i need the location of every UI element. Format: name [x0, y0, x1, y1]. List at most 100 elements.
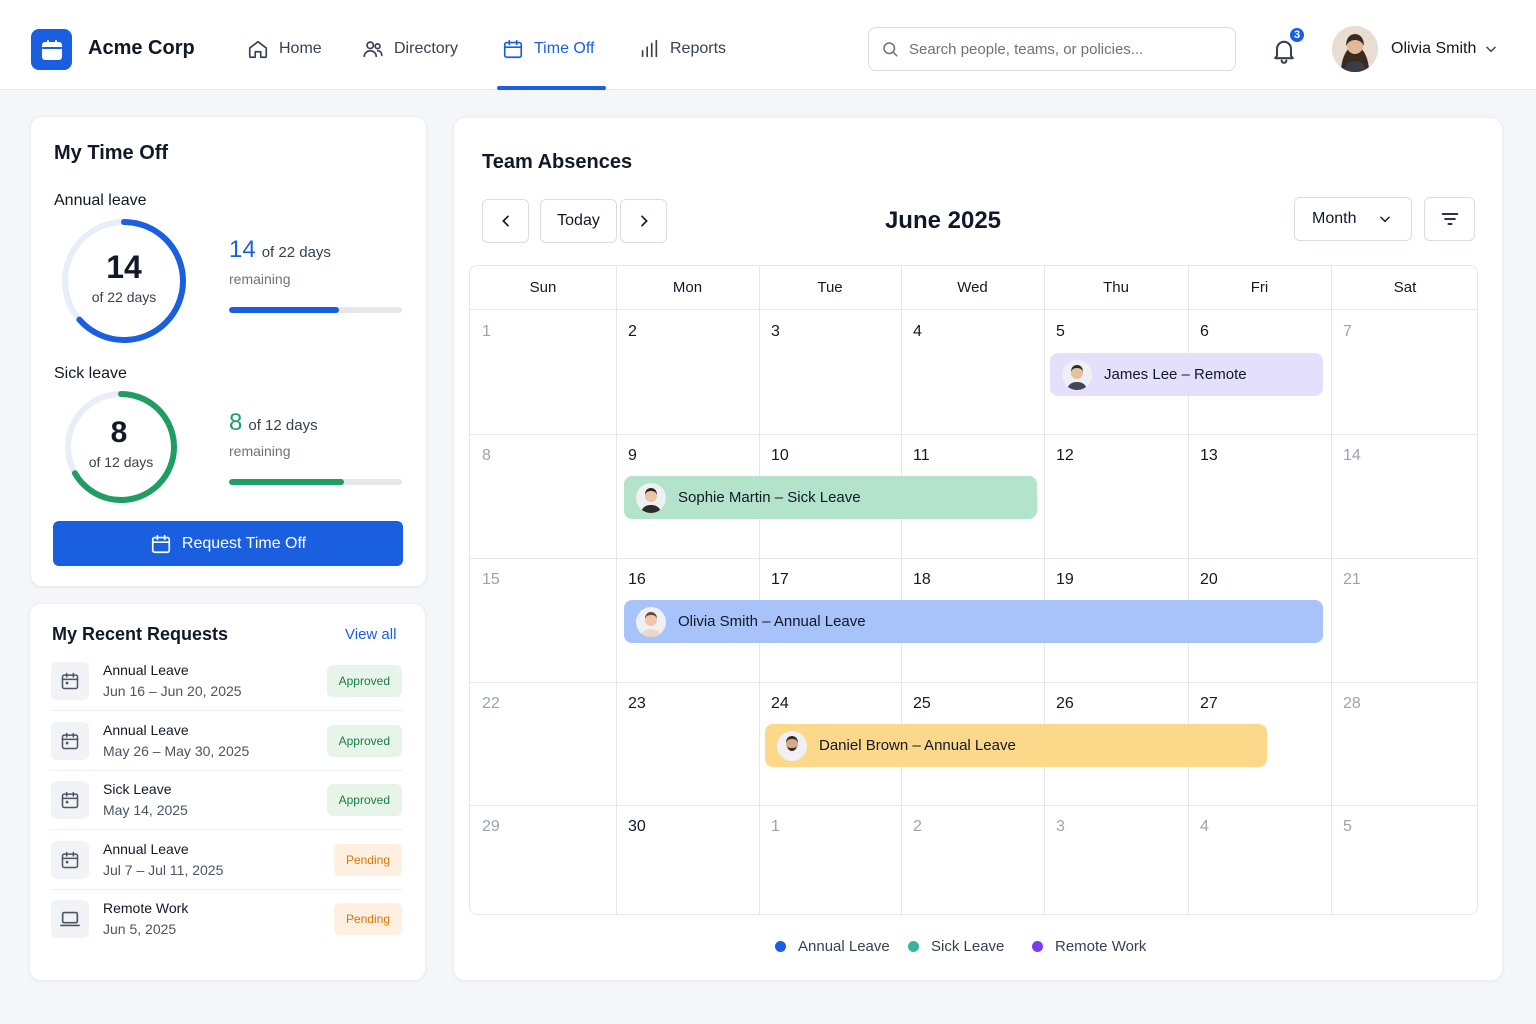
calendar-day[interactable]: 20 — [1200, 571, 1218, 589]
previous-month-button[interactable] — [482, 199, 529, 243]
calendar-day[interactable]: 3 — [1056, 818, 1065, 836]
calendar-day[interactable]: 25 — [913, 695, 931, 713]
calendar-day[interactable]: 7 — [1343, 323, 1352, 341]
calendar-day[interactable]: 5 — [1056, 323, 1065, 341]
request-row[interactable]: Annual Leave Jun 16 – Jun 20, 2025 Approve… — [51, 652, 402, 711]
calendar-day[interactable]: 6 — [1200, 323, 1209, 341]
status-badge: Approved — [326, 665, 402, 697]
calendar-day[interactable]: 19 — [1056, 571, 1074, 589]
absence-event[interactable]: James Lee – Remote — [1050, 353, 1323, 396]
calendar-day[interactable]: 10 — [771, 447, 789, 465]
calendar-day[interactable]: 26 — [1056, 695, 1074, 713]
absence-event-label: Daniel Brown – Annual Leave — [819, 737, 1016, 754]
absence-event[interactable]: Sophie Martin – Sick Leave — [624, 476, 1037, 519]
absence-event[interactable]: Daniel Brown – Annual Leave — [765, 724, 1267, 767]
absence-event-label: James Lee – Remote — [1104, 366, 1247, 383]
request-dates: Jun 5, 2025 — [103, 921, 177, 937]
calendar-day[interactable]: 23 — [628, 695, 646, 713]
legend-dot — [775, 941, 786, 952]
sick-total-in-ring: of 12 days — [88, 454, 154, 470]
calendar-day[interactable]: 16 — [628, 571, 646, 589]
request-type: Sick Leave — [103, 781, 172, 797]
search-icon — [883, 42, 898, 57]
grid-row-line — [470, 434, 1477, 435]
calendar-day[interactable]: 28 — [1343, 695, 1361, 713]
chevron-down-icon[interactable] — [1484, 42, 1498, 56]
annual-progress-bar — [229, 307, 402, 313]
calendar-day[interactable]: 1 — [482, 323, 491, 341]
my-time-off-title: My Time Off — [54, 142, 169, 164]
avatar — [1062, 359, 1092, 390]
grid-column-line — [759, 266, 760, 914]
nav-time-off-label: Time Off — [534, 40, 595, 57]
active-tab-indicator — [497, 86, 606, 90]
calendar-day[interactable]: 4 — [913, 323, 922, 341]
request-row[interactable]: Remote Work Jun 5, 2025 Pending — [51, 890, 402, 949]
grid-row-line — [470, 682, 1477, 683]
calendar-day[interactable]: 17 — [771, 571, 789, 589]
request-time-off-button[interactable]: Request Time Off — [53, 521, 403, 566]
calendar-day[interactable]: 27 — [1200, 695, 1218, 713]
home-icon — [248, 40, 268, 59]
calendar-day[interactable]: 22 — [482, 695, 500, 713]
calendar-day[interactable]: 1 — [771, 818, 780, 836]
calendar-icon — [51, 840, 89, 879]
view-all-link[interactable]: View all — [345, 626, 396, 643]
day-of-week-header: Wed — [901, 266, 1044, 310]
request-dates: Jun 16 – Jun 20, 2025 — [103, 683, 242, 699]
user-name[interactable]: Olivia Smith — [1391, 40, 1476, 58]
annual-remaining-big: 14 — [106, 249, 142, 285]
calendar-day[interactable]: 30 — [628, 818, 646, 836]
status-badge: Approved — [326, 784, 402, 816]
calendar-day[interactable]: 15 — [482, 571, 500, 589]
today-button[interactable]: Today — [540, 199, 617, 243]
calendar-day[interactable]: 2 — [913, 818, 922, 836]
calendar-day[interactable]: 13 — [1200, 447, 1218, 465]
calendar-day[interactable]: 2 — [628, 323, 637, 341]
absence-event[interactable]: Olivia Smith – Annual Leave — [624, 600, 1323, 643]
calendar-day[interactable]: 11 — [913, 447, 930, 465]
search-box[interactable] — [868, 27, 1236, 71]
request-type: Remote Work — [103, 900, 189, 916]
calendar-day[interactable]: 4 — [1200, 818, 1209, 836]
brand-name[interactable]: Acme Corp — [88, 37, 195, 60]
user-avatar[interactable] — [1332, 26, 1378, 72]
recent-requests-title: My Recent Requests — [52, 624, 229, 644]
calendar-icon — [51, 781, 89, 819]
top-header: Acme Corp Home Directory Time Off Report… — [0, 0, 1536, 90]
nav-directory[interactable]: Directory — [362, 33, 458, 65]
calendar-day[interactable]: 18 — [913, 571, 931, 589]
team-absences-title: Team Absences — [482, 151, 633, 173]
calendar-day[interactable]: 5 — [1343, 818, 1352, 836]
calendar-day[interactable]: 29 — [482, 818, 500, 836]
calendar-day[interactable]: 14 — [1343, 447, 1361, 465]
request-row[interactable]: Sick Leave May 14, 2025 Approved — [51, 771, 402, 830]
nav-home[interactable]: Home — [247, 33, 322, 65]
request-dates: Jul 7 – Jul 11, 2025 — [103, 861, 224, 878]
filter-button[interactable] — [1424, 197, 1475, 241]
calendar-day[interactable]: 8 — [482, 447, 491, 465]
next-month-button[interactable] — [620, 199, 667, 243]
nav-time-off[interactable]: Time Off — [502, 33, 594, 65]
legend-item: Annual Leave — [775, 938, 890, 955]
nav-reports[interactable]: Reports — [638, 33, 726, 65]
avatar — [636, 606, 666, 637]
status-badge: Pending — [333, 843, 402, 876]
calendar-grid: Sun Mon Tue Wed Thu Fri Sat 1 2 3 4 5 6 7 8 9 10 11 12 13 14… — [469, 265, 1478, 915]
calendar-day[interactable]: 12 — [1056, 447, 1074, 465]
request-row[interactable]: Annual Leave Jul 7 – Jul 11, 2025 Pending — [51, 831, 402, 890]
calendar-logo-icon[interactable] — [31, 29, 72, 70]
search-input[interactable] — [909, 40, 1209, 58]
annual-remaining-word: remaining — [229, 271, 291, 287]
calendar-day[interactable]: 24 — [771, 695, 789, 713]
request-row[interactable]: Annual Leave May 26 – May 30, 2025 Approve… — [51, 712, 402, 771]
view-select[interactable]: Month — [1294, 197, 1412, 241]
annual-progress-fill — [229, 307, 340, 313]
annual-total-text: of 22 days — [261, 244, 331, 261]
view-select-value: Month — [1312, 210, 1357, 227]
calendar-day[interactable]: 21 — [1343, 571, 1361, 589]
absence-event-label: Olivia Smith – Annual Leave — [678, 613, 866, 630]
sick-remaining-summary: 8 of 12 days — [229, 409, 318, 437]
calendar-day[interactable]: 9 — [628, 447, 637, 465]
calendar-day[interactable]: 3 — [771, 323, 780, 341]
